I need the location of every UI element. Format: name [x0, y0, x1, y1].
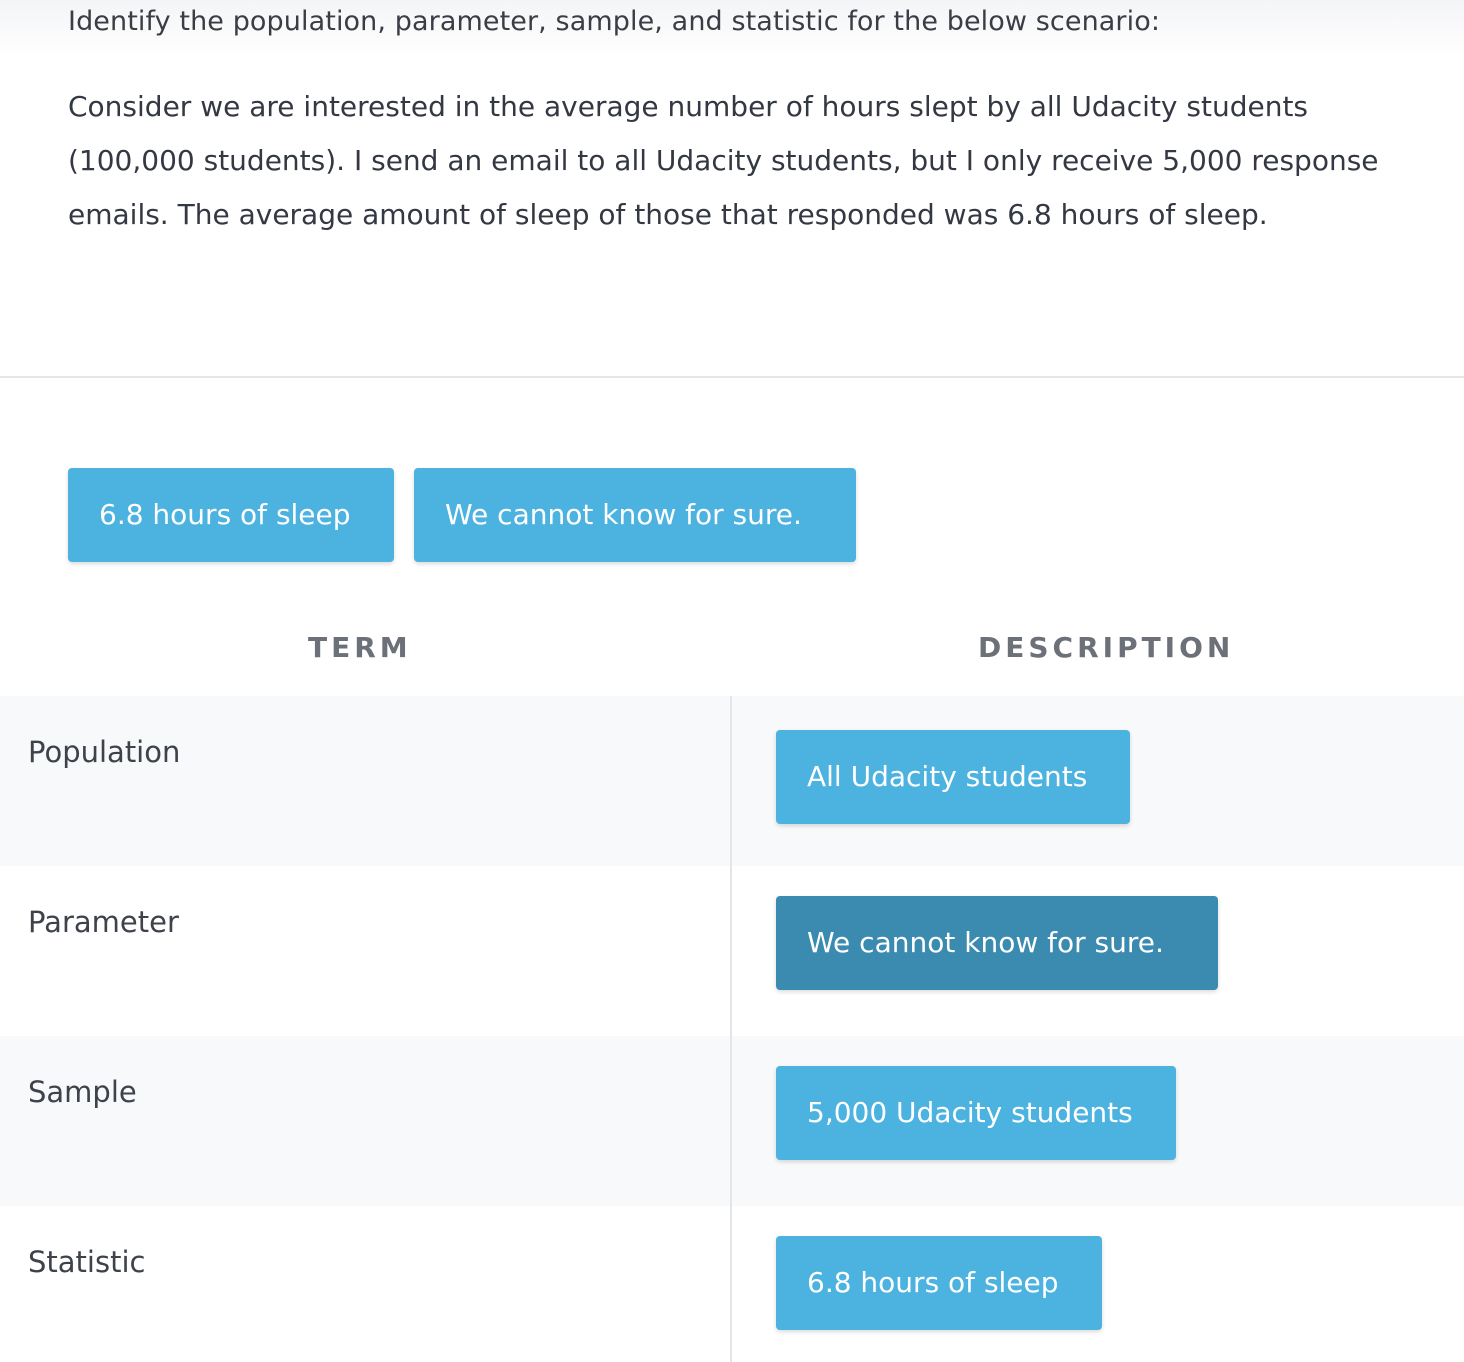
answer-chip-cannot-know[interactable]: We cannot know for sure. — [414, 468, 856, 562]
quiz-page: Identify the population, parameter, samp… — [0, 0, 1464, 1362]
table-row-parameter: Parameter We cannot know for sure. — [0, 866, 1464, 1036]
description-drop-chip[interactable]: All Udacity students — [776, 730, 1130, 824]
column-divider — [730, 696, 732, 1362]
section-divider — [0, 376, 1464, 378]
term-label: Statistic — [28, 1245, 146, 1279]
answer-chip-sleep-hours[interactable]: 6.8 hours of sleep — [68, 468, 394, 562]
question-prompt: Identify the population, parameter, samp… — [68, 6, 1161, 37]
term-label: Parameter — [28, 905, 179, 939]
description-drop-chip[interactable]: 5,000 Udacity students — [776, 1066, 1176, 1160]
table-row-statistic: Statistic 6.8 hours of sleep — [0, 1206, 1464, 1362]
term-column-header: TERM — [308, 631, 412, 664]
table-row-population: Population All Udacity students — [0, 696, 1464, 866]
table-row-sample: Sample 5,000 Udacity students — [0, 1036, 1464, 1206]
description-drop-chip[interactable]: 6.8 hours of sleep — [776, 1236, 1102, 1330]
term-label: Sample — [28, 1075, 137, 1109]
description-column-header: DESCRIPTION — [978, 631, 1235, 664]
scenario-text: Consider we are interested in the averag… — [68, 90, 1379, 231]
description-drop-chip-selected[interactable]: We cannot know for sure. — [776, 896, 1218, 990]
term-label: Population — [28, 735, 181, 769]
